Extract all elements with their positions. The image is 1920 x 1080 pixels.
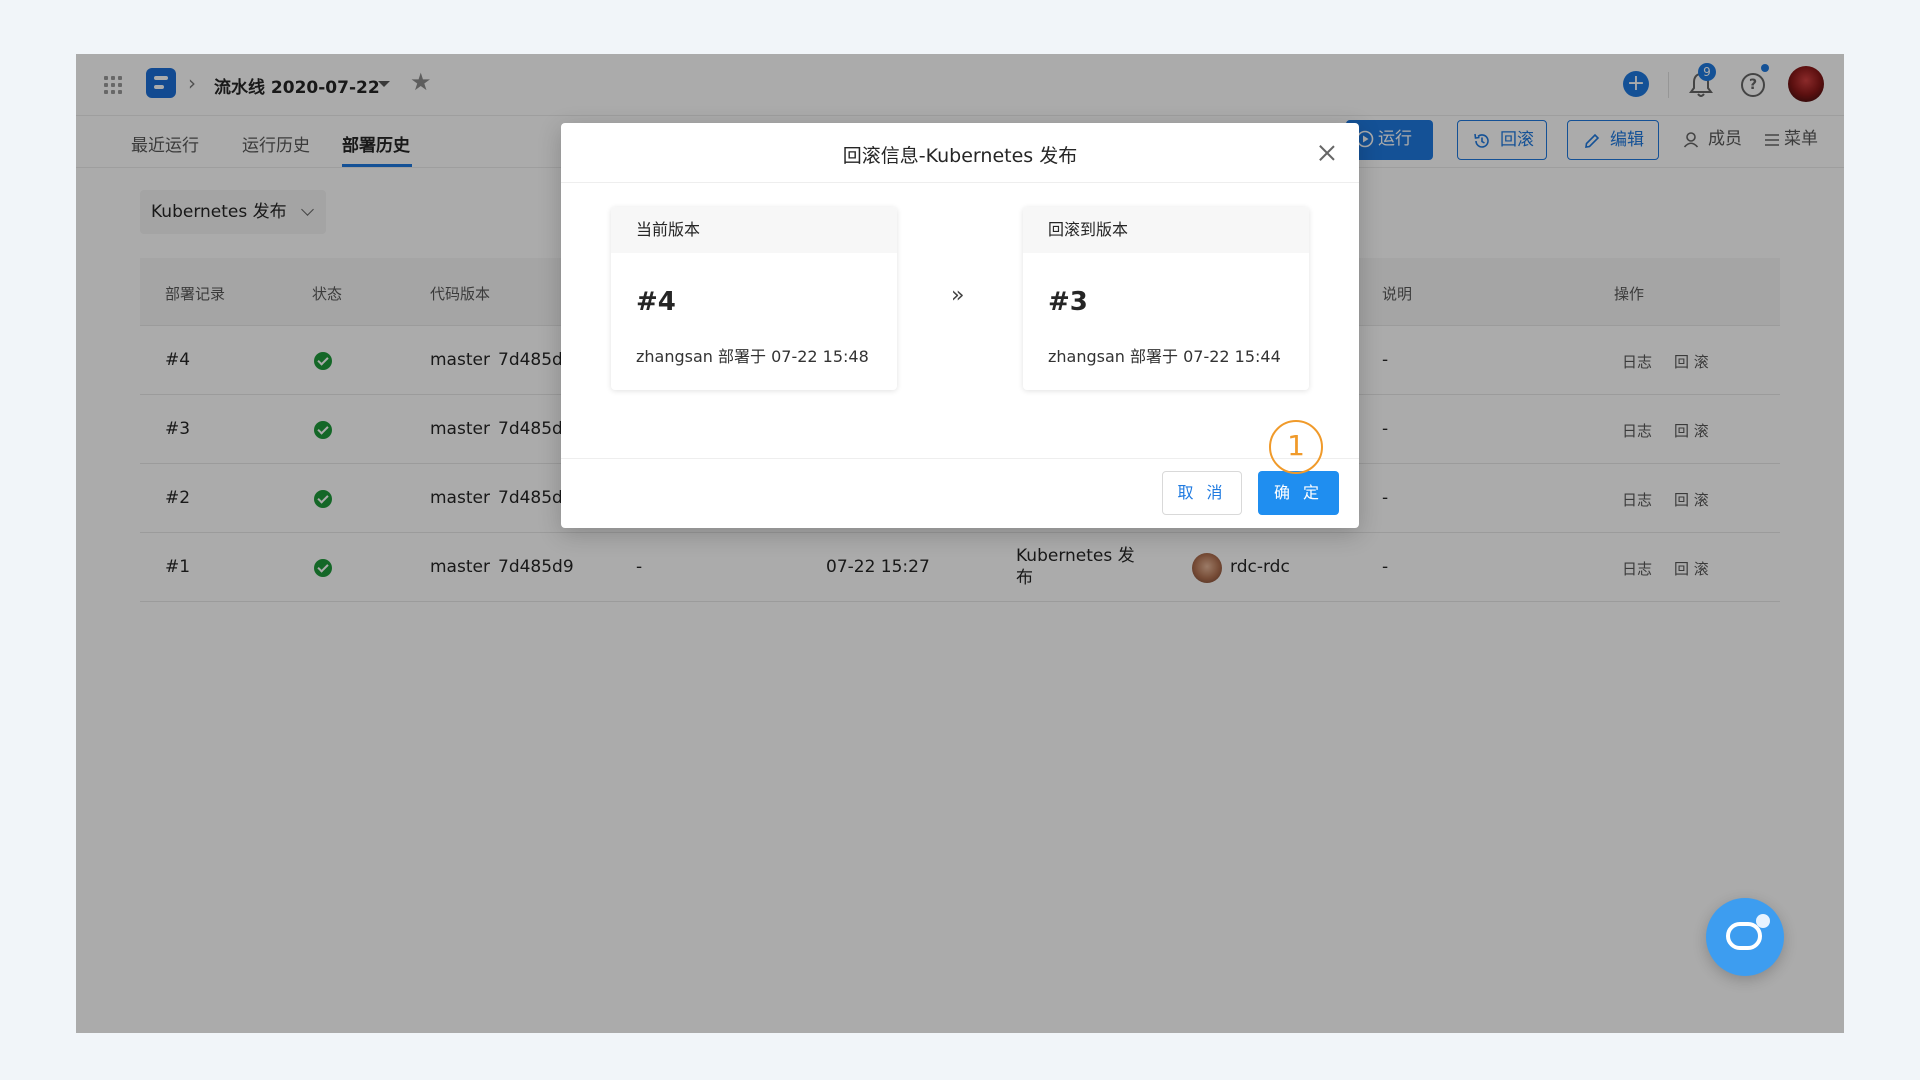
current-version-card: 当前版本 #4 zhangsan 部署于 07-22 15:48 xyxy=(611,207,897,390)
target-version-heading: 回滚到版本 xyxy=(1023,207,1309,253)
double-chevron-right-icon: » xyxy=(951,283,965,308)
dialog-header: 回滚信息-Kubernetes 发布 xyxy=(561,123,1359,183)
current-version-heading: 当前版本 xyxy=(611,207,897,253)
current-version-number: #4 xyxy=(636,287,676,317)
target-version-meta: zhangsan 部署于 07-22 15:44 xyxy=(1048,347,1281,366)
step-marker: 1 xyxy=(1269,420,1323,474)
cancel-button[interactable]: 取 消 xyxy=(1162,471,1242,515)
target-version-number: #3 xyxy=(1048,287,1088,317)
chat-bubble-icon xyxy=(1726,922,1762,950)
current-version-meta: zhangsan 部署于 07-22 15:48 xyxy=(636,347,869,366)
confirm-button[interactable]: 确 定 xyxy=(1258,471,1339,515)
target-version-card: 回滚到版本 #3 zhangsan 部署于 07-22 15:44 xyxy=(1023,207,1309,390)
rollback-dialog: 回滚信息-Kubernetes 发布 当前版本 #4 zhangsan 部署于 … xyxy=(561,123,1359,528)
chat-support-button[interactable] xyxy=(1706,898,1784,976)
close-icon[interactable] xyxy=(1317,143,1337,163)
chat-indicator-dot xyxy=(1756,914,1770,928)
dialog-title: 回滚信息-Kubernetes 发布 xyxy=(842,145,1078,167)
